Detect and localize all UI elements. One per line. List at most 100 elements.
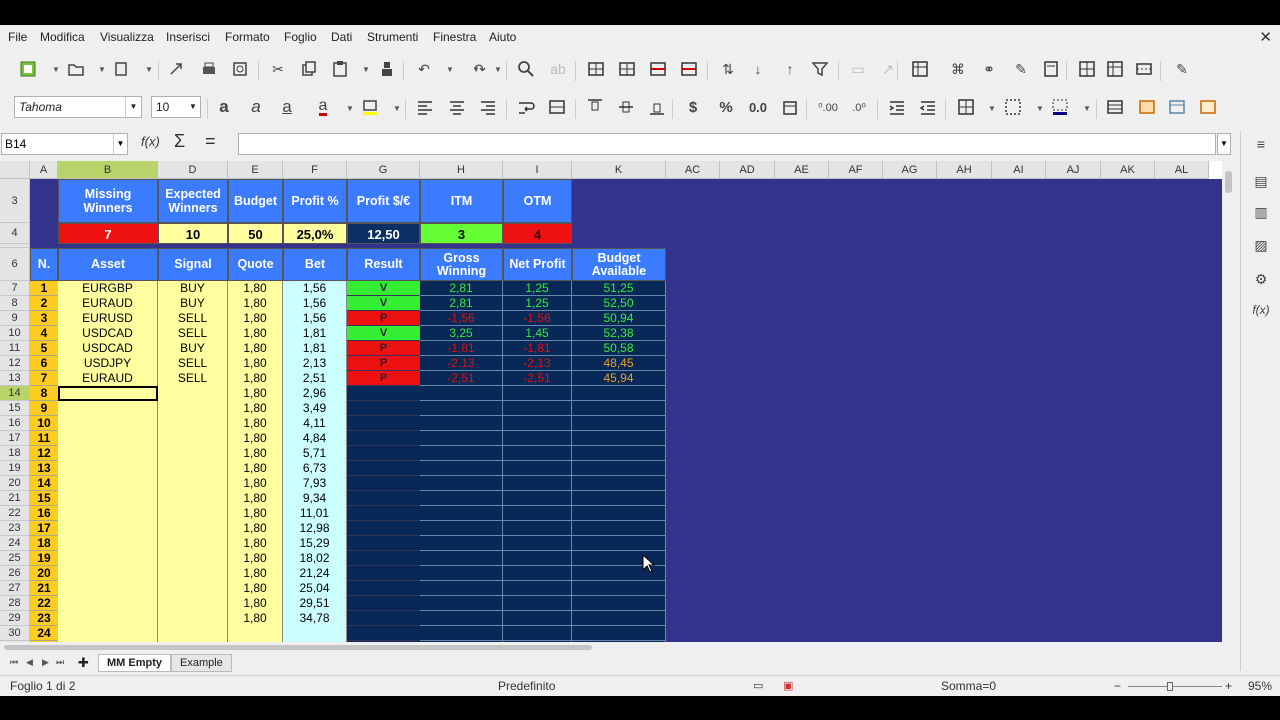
header-cell[interactable]: Profit % xyxy=(283,179,347,223)
bet-cell[interactable]: 1,56 xyxy=(283,311,347,326)
asset-cell[interactable]: EURAUD xyxy=(58,296,158,311)
bet-cell[interactable]: 21,24 xyxy=(283,566,347,581)
chevron-down-icon[interactable]: ▼ xyxy=(125,97,141,117)
align-bottom-icon[interactable] xyxy=(647,97,667,117)
autofilter-icon[interactable] xyxy=(810,59,830,79)
summary-cell[interactable]: 12,50 xyxy=(347,223,420,244)
quote-cell[interactable]: 1,80 xyxy=(228,506,283,521)
net-profit-cell[interactable] xyxy=(503,536,572,551)
signal-cell[interactable] xyxy=(158,521,228,536)
budget-available-cell[interactable] xyxy=(572,461,666,476)
paste-icon[interactable] xyxy=(330,59,350,79)
net-profit-cell[interactable] xyxy=(503,626,572,641)
result-cell[interactable] xyxy=(347,431,420,446)
budget-available-cell[interactable] xyxy=(572,416,666,431)
budget-available-cell[interactable] xyxy=(572,596,666,611)
column-header-ah[interactable]: AH xyxy=(937,161,992,179)
column-header-a[interactable]: A xyxy=(30,161,58,179)
net-profit-cell[interactable] xyxy=(503,416,572,431)
highlight-color-icon[interactable] xyxy=(360,97,380,117)
bet-cell[interactable]: 29,51 xyxy=(283,596,347,611)
asset-cell[interactable]: USDJPY xyxy=(58,356,158,371)
cell-a4[interactable] xyxy=(30,223,58,244)
gross-winning-cell[interactable] xyxy=(420,626,503,641)
quote-cell[interactable]: 1,80 xyxy=(228,581,283,596)
asset-cell[interactable]: USDCAD xyxy=(58,341,158,356)
bet-cell[interactable]: 4,84 xyxy=(283,431,347,446)
row-number-cell[interactable]: 7 xyxy=(30,371,58,386)
menu-file[interactable]: File xyxy=(8,30,27,44)
signal-cell[interactable] xyxy=(158,611,228,626)
asset-cell[interactable] xyxy=(58,581,158,596)
chart-icon[interactable]: ↗ xyxy=(878,59,898,79)
horizontal-scrollbar[interactable] xyxy=(0,642,1222,652)
align-top-icon[interactable] xyxy=(585,97,605,117)
center-vertically-icon[interactable] xyxy=(616,97,636,117)
quote-cell[interactable]: 1,80 xyxy=(228,566,283,581)
name-box[interactable]: B14 ▼ xyxy=(1,133,128,155)
bet-cell[interactable]: 15,29 xyxy=(283,536,347,551)
quote-cell[interactable]: 1,80 xyxy=(228,386,283,401)
copy-icon[interactable] xyxy=(299,59,319,79)
row-number-cell[interactable]: 24 xyxy=(30,626,58,641)
column-header-ag[interactable]: AG xyxy=(883,161,937,179)
row-header[interactable]: 12 xyxy=(0,356,30,371)
column-header-ai[interactable]: AI xyxy=(992,161,1046,179)
navigator-icon[interactable]: ⚙ xyxy=(1251,271,1271,291)
sheet-tab-mm-empty[interactable]: MM Empty xyxy=(98,654,171,672)
add-decimal-icon[interactable]: ⁰.00 xyxy=(818,97,838,117)
menu-modifica[interactable]: Modifica xyxy=(40,30,85,44)
row-number-cell[interactable]: 10 xyxy=(30,416,58,431)
menu-finestra[interactable]: Finestra xyxy=(433,30,476,44)
menu-inserisci[interactable]: Inserisci xyxy=(166,30,210,44)
summary-cell[interactable]: 10 xyxy=(158,223,228,244)
net-profit-cell[interactable] xyxy=(503,446,572,461)
row-header[interactable]: 23 xyxy=(0,521,30,536)
bet-cell[interactable]: 1,81 xyxy=(283,326,347,341)
column-header-ad[interactable]: AD xyxy=(720,161,775,179)
row-header[interactable]: 16 xyxy=(0,416,30,431)
redo-dropdown2-icon[interactable]: ▼ xyxy=(494,65,502,74)
row-icon[interactable] xyxy=(586,59,606,79)
expand-formula-bar-icon[interactable]: ▼ xyxy=(1217,133,1231,155)
column-header-k[interactable]: K xyxy=(572,161,666,179)
summary-cell[interactable]: 50 xyxy=(228,223,283,244)
bet-cell[interactable]: 5,71 xyxy=(283,446,347,461)
print-preview-icon[interactable] xyxy=(230,59,250,79)
row-number-cell[interactable]: 23 xyxy=(30,611,58,626)
date-format-icon[interactable] xyxy=(780,97,800,117)
budget-available-cell[interactable] xyxy=(572,521,666,536)
net-profit-cell[interactable] xyxy=(503,401,572,416)
row-number-cell[interactable]: 8 xyxy=(30,386,58,401)
gross-winning-cell[interactable]: -2,51 xyxy=(420,371,503,386)
bet-cell[interactable]: 18,02 xyxy=(283,551,347,566)
signal-cell[interactable]: BUY xyxy=(158,281,228,296)
net-profit-cell[interactable] xyxy=(503,431,572,446)
row-header[interactable]: 26 xyxy=(0,566,30,581)
column-header-b[interactable]: B xyxy=(58,161,158,179)
asset-cell[interactable] xyxy=(58,491,158,506)
result-cell[interactable] xyxy=(347,461,420,476)
budget-available-cell[interactable] xyxy=(572,446,666,461)
row-header[interactable]: 4 xyxy=(0,223,30,244)
first-sheet-icon[interactable]: ⏮ xyxy=(10,657,18,668)
quote-cell[interactable]: 1,80 xyxy=(228,461,283,476)
row-number-cell[interactable]: 20 xyxy=(30,566,58,581)
signal-cell[interactable] xyxy=(158,596,228,611)
highlight-dropdown-icon[interactable]: ▼ xyxy=(393,104,401,113)
bet-cell[interactable]: 2,51 xyxy=(283,371,347,386)
bet-cell[interactable]: 4,11 xyxy=(283,416,347,431)
font-color-dropdown-icon[interactable]: ▼ xyxy=(346,104,354,113)
column-header-ak[interactable]: AK xyxy=(1101,161,1155,179)
asset-cell[interactable] xyxy=(58,626,158,641)
sort-icon[interactable]: ⇅ xyxy=(718,59,738,79)
bet-cell[interactable]: 1,56 xyxy=(283,296,347,311)
image-icon[interactable]: ▭ xyxy=(848,59,868,79)
column-header-ae[interactable]: AE xyxy=(775,161,829,179)
column-header-af[interactable]: AF xyxy=(829,161,883,179)
net-profit-cell[interactable] xyxy=(503,611,572,626)
column-header-f[interactable]: F xyxy=(283,161,347,179)
font-color-icon[interactable]: a xyxy=(313,97,333,117)
functions-icon[interactable]: f(x) xyxy=(1251,303,1271,323)
gross-winning-cell[interactable] xyxy=(420,491,503,506)
